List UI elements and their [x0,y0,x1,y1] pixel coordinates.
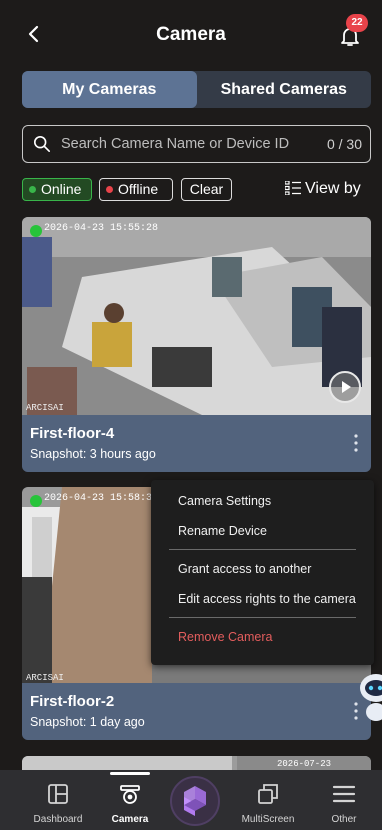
nav-multiscreen-label: MultiScreen [241,814,295,825]
filter-offline-label: Offline [118,181,159,197]
active-indicator [110,772,150,775]
nav-dashboard[interactable]: Dashboard [20,770,96,830]
nav-camera-label: Camera [111,814,149,825]
menu-camera-settings[interactable]: Camera Settings [178,494,271,508]
tab-shared-cameras[interactable]: Shared Cameras [197,71,372,108]
menu-grant-access[interactable]: Grant access to another [178,562,311,576]
filter-offline[interactable]: Offline [99,178,173,201]
search-box: 0 / 30 [22,125,371,163]
online-dot-icon [29,186,36,193]
multiscreen-icon [258,784,278,804]
camera-name: First-floor-4 [30,425,115,442]
menu-divider [169,549,356,550]
play-icon [342,381,351,393]
notification-badge: 22 [346,14,368,32]
camera-snapshot[interactable] [22,217,371,415]
camera-name: First-floor-2 [30,693,115,710]
page-title: Camera [156,24,226,45]
camera-icon [120,785,140,804]
search-input[interactable] [61,134,301,154]
view-by-button[interactable]: View by [285,180,361,198]
snapshot-age: Snapshot: 1 day ago [30,715,145,729]
menu-divider [169,617,356,618]
menu-edit-access-rights[interactable]: Edit access rights to the camera [178,592,356,606]
view-by-label: View by [305,180,361,197]
snapshot-timestamp: 2026-04-23 15:58:38 [44,493,159,504]
dashboard-icon [48,784,68,804]
list-view-icon [285,181,301,195]
assistant-robot-icon[interactable] [358,668,382,726]
app-header: Camera 22 [0,0,382,70]
menu-icon [332,785,356,803]
nav-camera[interactable]: Camera [92,770,168,830]
tab-my-cameras[interactable]: My Cameras [22,71,197,108]
app-logo-icon [184,786,206,816]
online-status-dot [30,495,42,507]
snapshot-timestamp: 2026-04-23 15:55:28 [44,223,159,234]
filter-clear[interactable]: Clear [181,178,232,201]
filter-online[interactable]: Online [22,178,92,201]
camera-info-bar: First-floor-4 Snapshot: 3 hours ago [22,415,371,472]
center-action-button[interactable] [170,776,220,826]
camera-context-menu: Camera Settings Rename Device Grant acce… [151,480,374,665]
nav-multiscreen[interactable]: MultiScreen [230,770,306,830]
filter-online-label: Online [41,181,82,197]
play-button[interactable] [329,371,361,403]
menu-rename-device[interactable]: Rename Device [178,524,267,538]
menu-remove-camera[interactable]: Remove Camera [178,630,272,644]
nav-other[interactable]: Other [306,770,382,830]
nav-other-label: Other [331,814,357,825]
snapshot-age: Snapshot: 3 hours ago [30,447,156,461]
search-icon [33,135,51,153]
offline-dot-icon [106,186,113,193]
search-count: 0 / 30 [326,136,362,152]
camera-info-bar: First-floor-2 Snapshot: 1 day ago [22,683,371,740]
online-status-dot [30,225,42,237]
camera-card[interactable]: 2026-04-23 15:55:28 ARCISAI First-floor-… [22,217,371,472]
nav-dashboard-label: Dashboard [33,814,83,825]
camera-tabs: My Cameras Shared Cameras [22,71,371,108]
more-options-icon[interactable] [353,433,359,453]
